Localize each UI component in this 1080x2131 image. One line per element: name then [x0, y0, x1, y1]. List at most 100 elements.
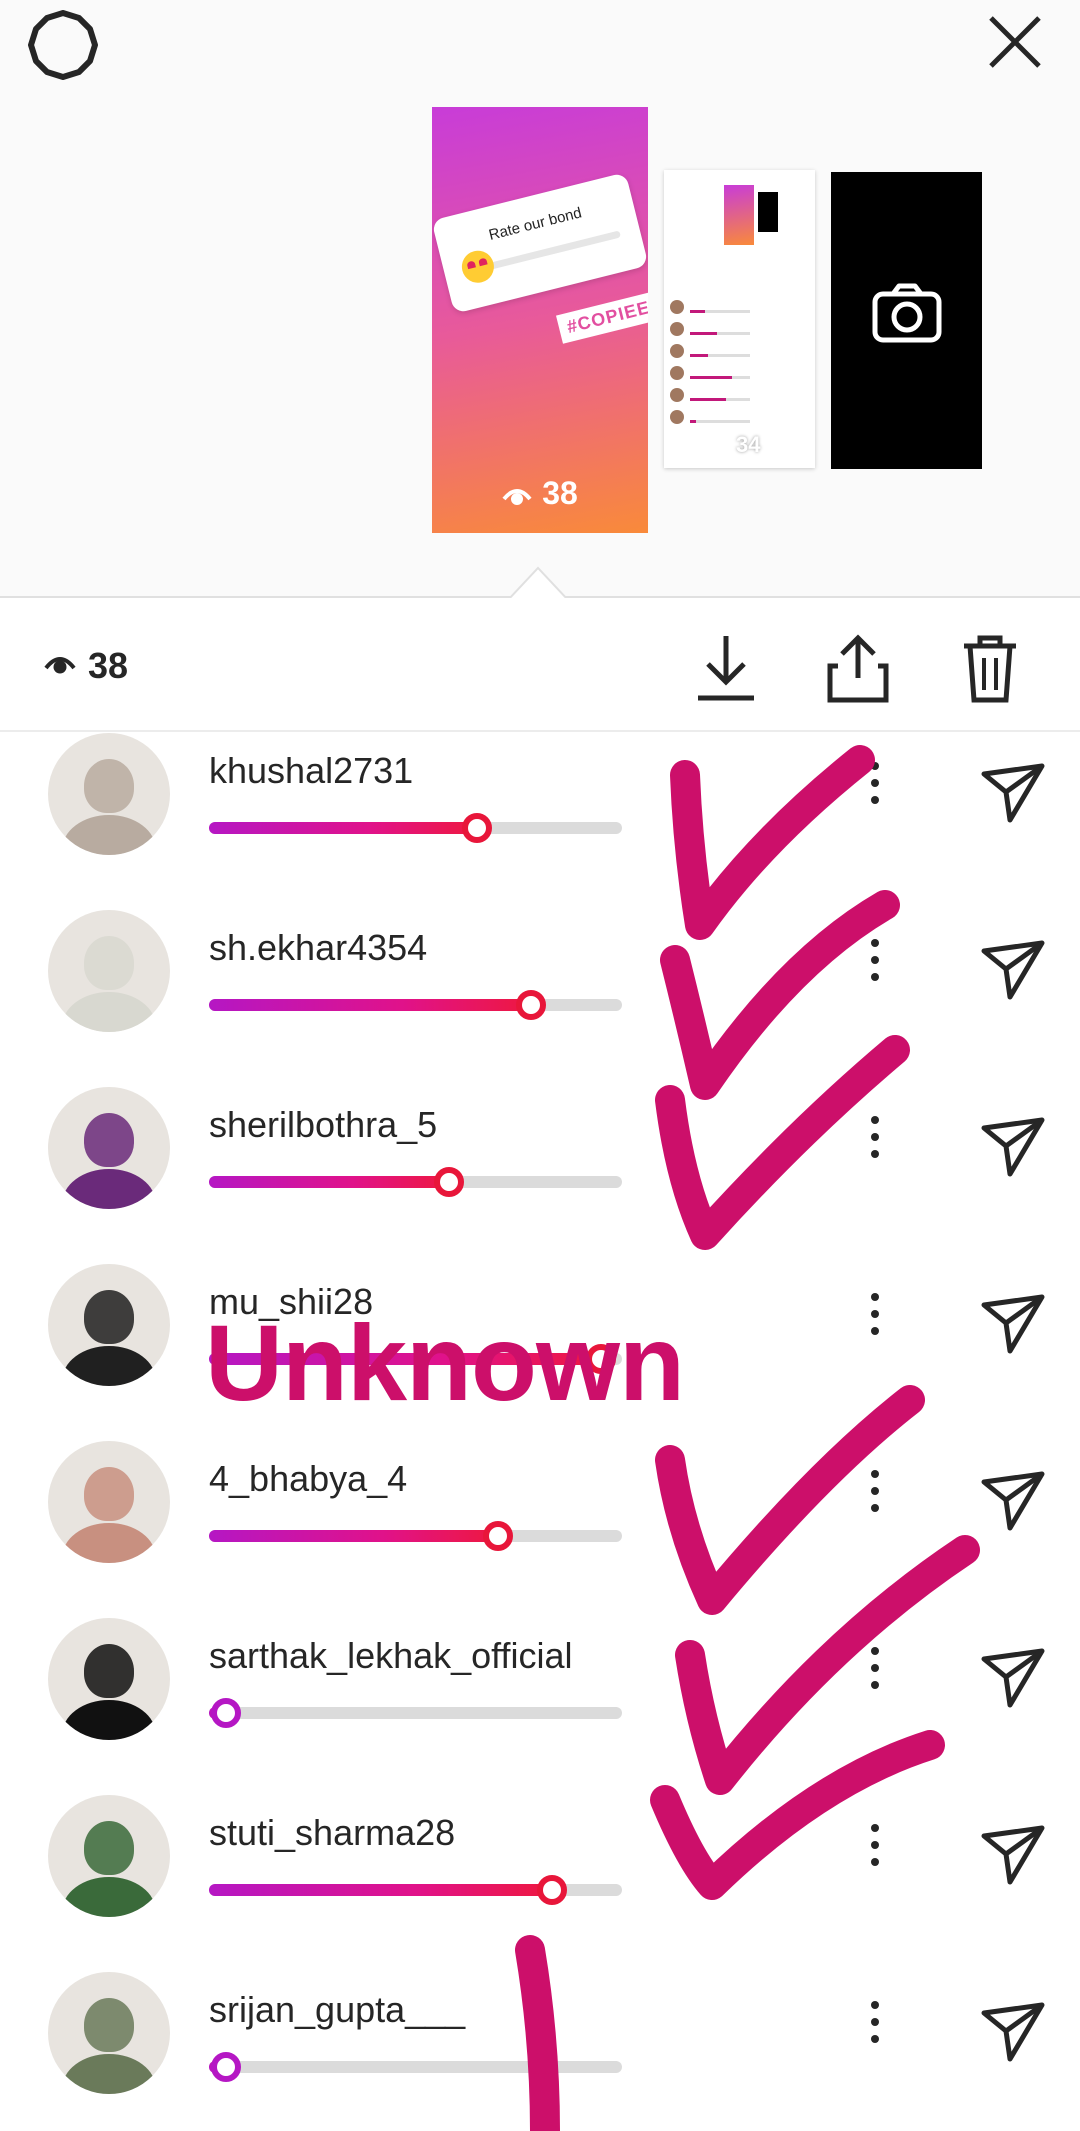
more-options-button[interactable] — [860, 1470, 890, 1530]
download-button[interactable] — [686, 628, 766, 708]
viewer-row[interactable]: stuti_sharma28 — [0, 1794, 1080, 1971]
poll-question: Rate our bond — [487, 204, 584, 244]
close-button[interactable] — [985, 12, 1045, 72]
share-button[interactable] — [818, 628, 898, 708]
slider-fill — [209, 1176, 449, 1188]
send-message-button[interactable] — [980, 1822, 1046, 1888]
emoji-slider-response — [209, 2052, 622, 2082]
viewer-username[interactable]: sherilbothra_5 — [209, 1104, 437, 1146]
avatar[interactable] — [48, 1441, 170, 1563]
avatar[interactable] — [48, 733, 170, 855]
settings-button[interactable] — [28, 10, 98, 80]
selected-story-pointer — [508, 566, 568, 600]
viewer-row[interactable]: sh.ekhar4354 — [0, 909, 1080, 1086]
eye-icon — [44, 657, 76, 674]
more-options-button[interactable] — [860, 2001, 890, 2061]
avatar[interactable] — [48, 1087, 170, 1209]
viewer-username[interactable]: stuti_sharma28 — [209, 1812, 455, 1854]
viewer-username[interactable]: sh.ekhar4354 — [209, 927, 427, 969]
send-message-button[interactable] — [980, 760, 1046, 826]
unknown-annotation-text: Unknown — [205, 1302, 685, 1423]
mini-viewer-row — [670, 300, 810, 318]
send-message-button[interactable] — [980, 1999, 1046, 2065]
more-options-button[interactable] — [860, 1116, 890, 1176]
more-dots-icon — [871, 1116, 879, 1124]
viewer-count: 38 — [88, 645, 129, 686]
viewer-row[interactable]: khushal2731 — [0, 732, 1080, 909]
next-story-thumbnail[interactable]: 34 — [664, 170, 815, 468]
more-dots-icon — [871, 2018, 879, 2026]
more-dots-icon — [871, 796, 879, 804]
send-message-button[interactable] — [980, 1291, 1046, 1357]
emoji-slider-response — [209, 990, 622, 1020]
send-message-button[interactable] — [980, 937, 1046, 1003]
more-dots-icon — [871, 956, 879, 964]
viewer-username[interactable]: 4_bhabya_4 — [209, 1458, 407, 1500]
emoji-slider-response — [209, 1521, 622, 1551]
more-dots-icon — [871, 973, 879, 981]
more-dots-icon — [871, 2001, 879, 2009]
slider-thumb — [210, 2052, 241, 2082]
download-icon — [698, 636, 754, 701]
mini-story-preview — [724, 185, 754, 245]
avatar[interactable] — [48, 1795, 170, 1917]
viewer-row[interactable]: sarthak_lekhak_official — [0, 1617, 1080, 1794]
delete-button[interactable] — [950, 628, 1030, 708]
slider-thumb — [433, 1167, 464, 1197]
slider-fill — [209, 999, 532, 1011]
story-view-count: 38 — [432, 475, 648, 512]
more-options-button[interactable] — [860, 939, 890, 999]
viewer-row[interactable]: 4_bhabya_4 — [0, 1440, 1080, 1617]
avatar[interactable] — [48, 910, 170, 1032]
send-message-button[interactable] — [980, 1645, 1046, 1711]
viewer-row[interactable]: sherilbothra_5 — [0, 1086, 1080, 1263]
avatar[interactable] — [48, 1618, 170, 1740]
send-message-button[interactable] — [980, 1468, 1046, 1534]
paper-plane-icon — [981, 1294, 1045, 1354]
emoji-slider-response — [209, 1167, 622, 1197]
next-story-view-count: 34 — [736, 432, 761, 457]
more-dots-icon — [871, 779, 879, 787]
viewer-username[interactable]: sarthak_lekhak_official — [209, 1635, 573, 1677]
story-actions-bar — [0, 600, 1080, 732]
avatar[interactable] — [48, 1264, 170, 1386]
more-dots-icon — [871, 1310, 879, 1318]
mini-viewer-row — [670, 344, 810, 362]
current-story-thumbnail[interactable]: Rate our bond #COPIEE 38 — [432, 107, 648, 533]
more-dots-icon — [871, 1681, 879, 1689]
viewer-username[interactable]: srijan_gupta___ — [209, 1989, 465, 2031]
add-story-camera-tile[interactable] — [831, 172, 982, 469]
slider-fill — [209, 822, 478, 834]
viewer-username[interactable]: khushal2731 — [209, 750, 413, 792]
more-options-button[interactable] — [860, 762, 890, 822]
camera-icon — [872, 283, 942, 343]
more-dots-icon — [871, 1470, 879, 1478]
paper-plane-icon — [981, 940, 1045, 1000]
paper-plane-icon — [981, 1117, 1045, 1177]
heart-eyes-emoji-icon — [458, 247, 498, 287]
mini-viewer-row — [670, 366, 810, 384]
mini-viewer-row — [670, 410, 810, 428]
slider-thumb — [483, 1521, 514, 1551]
viewer-list[interactable]: khushal2731 sh.ekhar4354 sherilbothra_5 mu_… — [0, 732, 1080, 2131]
avatar[interactable] — [48, 1972, 170, 2094]
more-options-button[interactable] — [860, 1647, 890, 1707]
more-dots-icon — [871, 1664, 879, 1672]
close-icon — [989, 16, 1041, 68]
more-options-button[interactable] — [860, 1293, 890, 1353]
slider-fill — [209, 1530, 499, 1542]
story-tray: Rate our bond #COPIEE 38 34 — [0, 0, 1080, 600]
more-options-button[interactable] — [860, 1824, 890, 1884]
mini-camera-preview — [758, 192, 778, 232]
trash-icon — [964, 635, 1016, 703]
send-message-button[interactable] — [980, 1114, 1046, 1180]
more-dots-icon — [871, 1150, 879, 1158]
slider-thumb — [516, 990, 547, 1020]
viewer-row[interactable]: srijan_gupta___ — [0, 1971, 1080, 2131]
more-dots-icon — [871, 762, 879, 770]
emoji-slider-response — [209, 1698, 622, 1728]
more-dots-icon — [871, 1824, 879, 1832]
slider-thumb — [536, 1875, 567, 1905]
more-dots-icon — [871, 1841, 879, 1849]
story-view-count-value: 38 — [542, 475, 578, 511]
